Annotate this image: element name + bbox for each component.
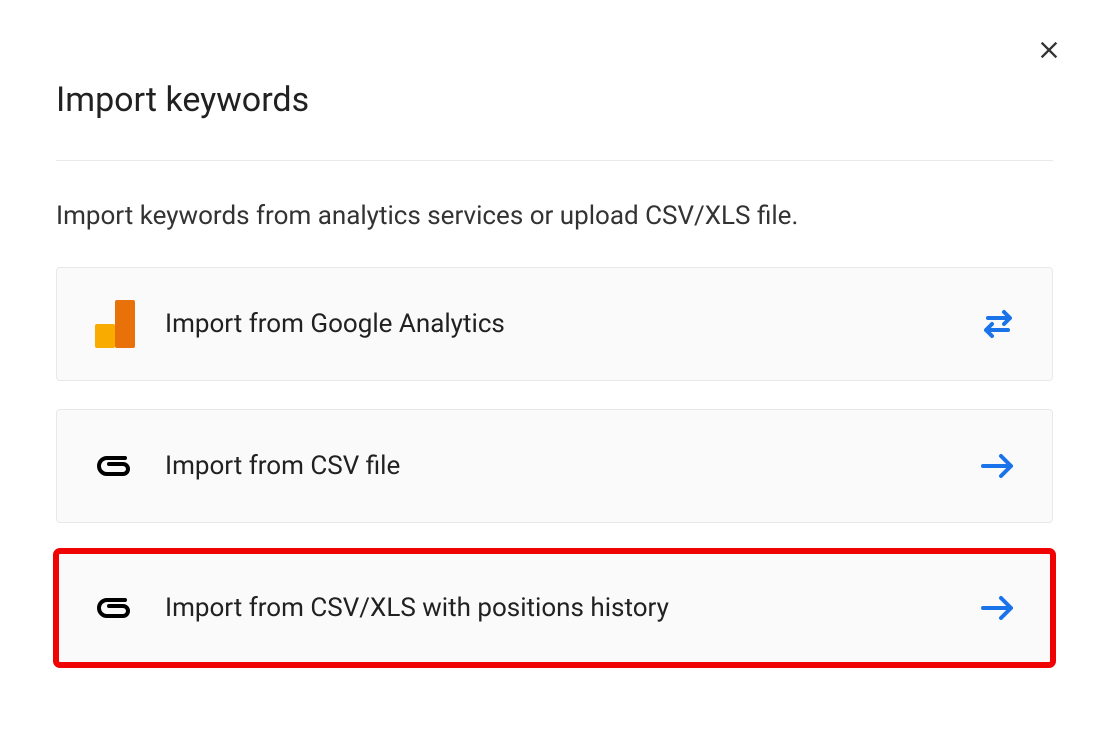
- dialog-subtitle: Import keywords from analytics services …: [56, 201, 1053, 231]
- divider: [56, 160, 1053, 161]
- attachment-icon: [93, 586, 137, 630]
- import-keywords-dialog: Import keywords Import keywords from ana…: [0, 0, 1109, 749]
- option-google-analytics[interactable]: Import from Google Analytics: [56, 267, 1053, 381]
- close-button[interactable]: [1029, 30, 1069, 70]
- arrow-right-icon: [980, 448, 1016, 484]
- option-csv-file[interactable]: Import from CSV file: [56, 409, 1053, 523]
- option-label: Import from CSV file: [165, 451, 980, 481]
- option-label: Import from CSV/XLS with positions histo…: [165, 593, 980, 623]
- attachment-icon: [93, 444, 137, 488]
- arrow-right-icon: [980, 590, 1016, 626]
- google-analytics-icon: [93, 302, 137, 346]
- swap-arrows-icon: [980, 306, 1016, 342]
- dialog-title: Import keywords: [56, 80, 1053, 120]
- option-label: Import from Google Analytics: [165, 309, 980, 339]
- option-csv-xls-history[interactable]: Import from CSV/XLS with positions histo…: [56, 551, 1053, 665]
- close-icon: [1035, 36, 1063, 64]
